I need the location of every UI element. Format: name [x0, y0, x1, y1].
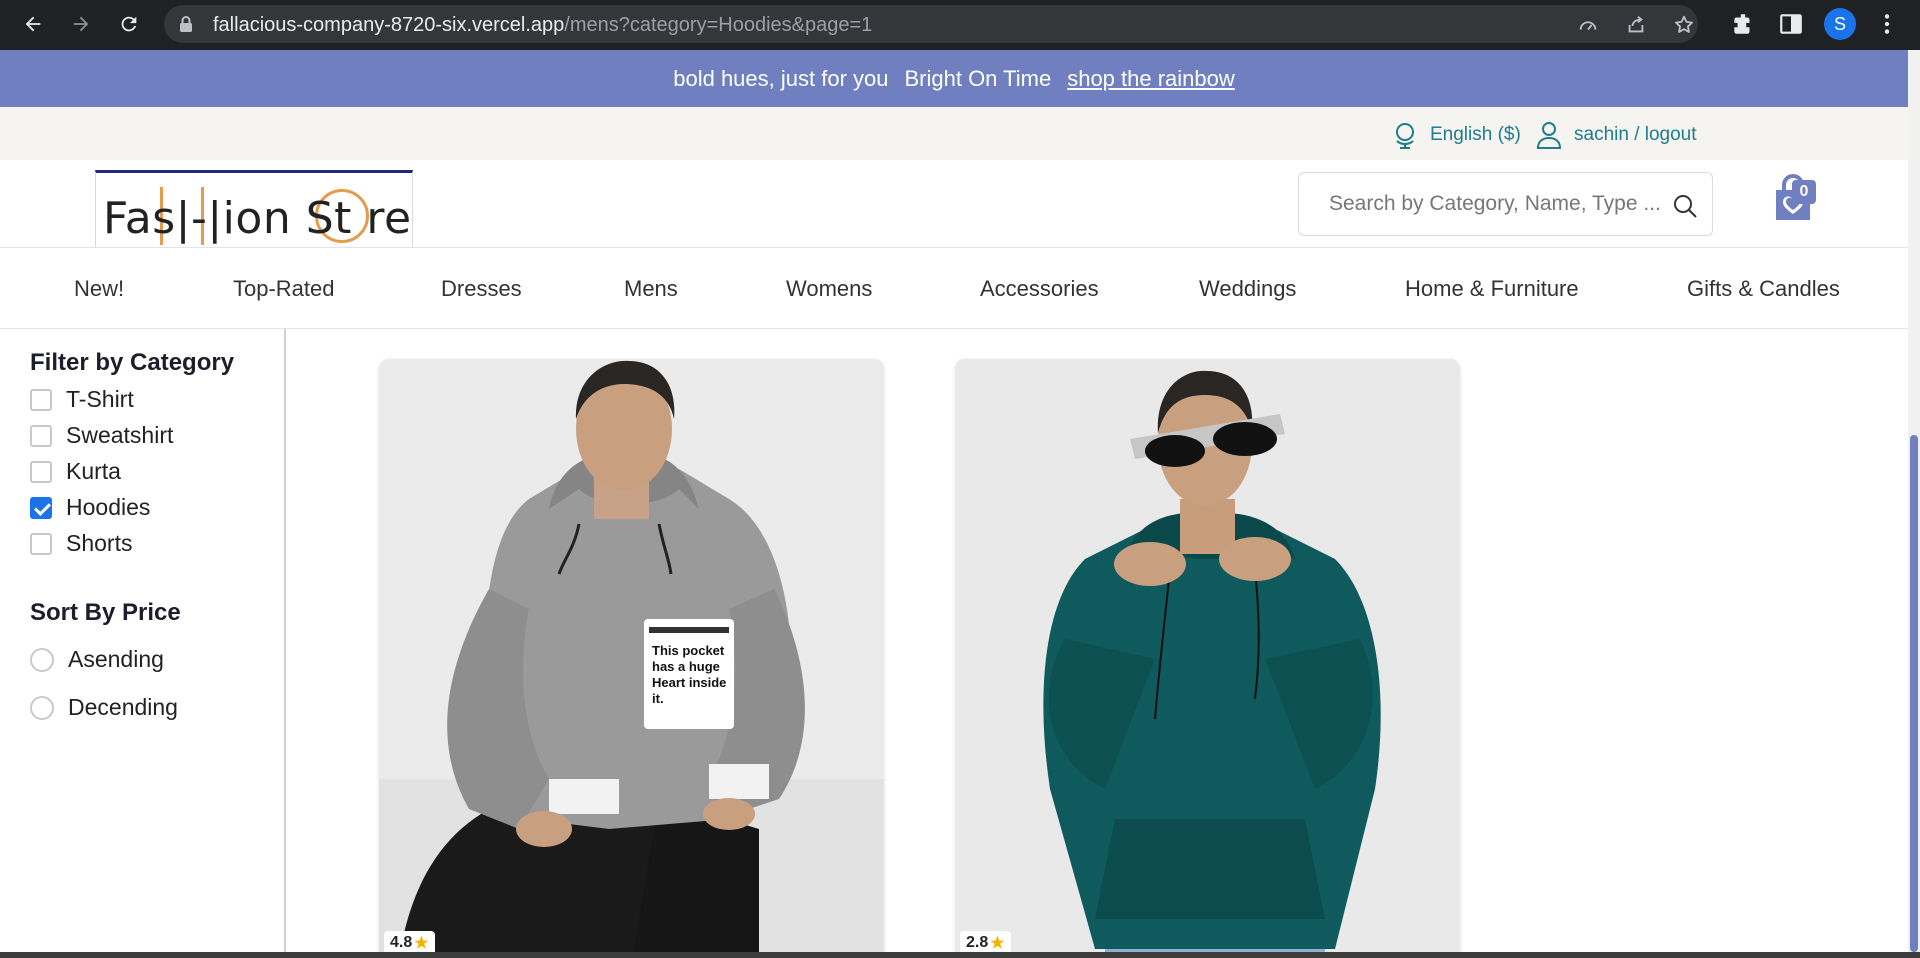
search-box[interactable]	[1298, 172, 1713, 236]
search-input[interactable]	[1329, 189, 1659, 219]
site-logo[interactable]: Fas|-|ion St re	[95, 170, 413, 257]
reload-icon[interactable]	[114, 9, 144, 39]
promo-tagline: Bright On Time	[904, 65, 1052, 91]
radio-button[interactable]	[30, 695, 54, 720]
profile-avatar[interactable]: S	[1824, 8, 1856, 40]
filter-category-heading: Filter by Category	[30, 349, 235, 376]
side-panel-icon[interactable]	[1778, 11, 1804, 37]
checkbox[interactable]	[30, 424, 52, 447]
nav-new[interactable]: New!	[74, 276, 124, 302]
browser-toolbar: fallacious-company-8720-six.vercel.app/m…	[0, 0, 1920, 50]
user-icon	[1536, 122, 1562, 149]
filter-sweatshirt[interactable]: Sweatshirt	[30, 422, 173, 449]
rating-badge: 4.8 ★	[384, 931, 435, 952]
filter-label: Kurta	[66, 458, 121, 484]
performance-icon[interactable]	[1577, 14, 1599, 36]
forward-icon[interactable]	[66, 9, 96, 39]
sort-label: Asending	[68, 646, 164, 672]
filter-tshirt[interactable]: T-Shirt	[30, 386, 134, 413]
language-label: English ($)	[1430, 124, 1521, 145]
rating-value: 2.8	[966, 934, 989, 951]
nav-womens[interactable]: Womens	[786, 276, 872, 302]
logo-text: Fas|-|ion St re	[103, 193, 412, 244]
address-bar[interactable]: fallacious-company-8720-six.vercel.app/m…	[164, 5, 1698, 43]
checkbox[interactable]	[30, 388, 52, 411]
page-scrollbar[interactable]	[1908, 50, 1920, 952]
lock-icon	[180, 16, 192, 32]
bookmark-star-icon[interactable]	[1673, 14, 1695, 36]
url-path: /mens?category=Hoodies&page=1	[564, 14, 873, 36]
nav-top-rated[interactable]: Top-Rated	[233, 276, 335, 302]
pocket-text-line: Heart inside	[652, 675, 726, 690]
rating-value: 4.8	[390, 934, 413, 951]
sort-descending[interactable]: Decending	[30, 694, 178, 721]
category-nav: New! Top-Rated Dresses Mens Womens Acces…	[0, 247, 1908, 329]
product-image-teal-hoodie	[955, 359, 1460, 952]
promo-banner: bold hues, just for you Bright On Time s…	[0, 50, 1908, 107]
filter-sidebar: Filter by Category T-Shirt Sweatshirt Ku…	[0, 329, 286, 952]
product-image-grey-hoodie: This pocket has a huge Heart inside it.	[379, 359, 884, 952]
extensions-icon[interactable]	[1730, 11, 1756, 37]
rating-badge: 2.8 ★	[960, 931, 1011, 952]
product-card[interactable]: This pocket has a huge Heart inside it. …	[379, 359, 884, 952]
account-label: sachin / logout	[1574, 124, 1697, 145]
nav-weddings[interactable]: Weddings	[1199, 276, 1296, 302]
scrollbar-thumb[interactable]	[1910, 435, 1918, 952]
checkbox[interactable]	[30, 460, 52, 483]
sort-ascending[interactable]: Asending	[30, 646, 164, 673]
share-icon[interactable]	[1625, 14, 1647, 36]
nav-dresses[interactable]: Dresses	[441, 276, 522, 302]
back-icon[interactable]	[18, 9, 48, 39]
star-icon: ★	[414, 935, 429, 952]
globe-icon	[1396, 123, 1414, 149]
nav-gifts-candles[interactable]: Gifts & Candles	[1687, 276, 1840, 302]
nav-accessories[interactable]: Accessories	[980, 276, 1099, 302]
account-link[interactable]: sachin / logout	[1536, 121, 1697, 149]
pocket-text-line: has a huge	[652, 659, 720, 674]
nav-home-furniture[interactable]: Home & Furniture	[1405, 276, 1579, 302]
radio-button[interactable]	[30, 647, 54, 672]
filter-label: T-Shirt	[66, 386, 134, 412]
shop-the-rainbow-link[interactable]: shop the rainbow	[1067, 66, 1235, 92]
product-card[interactable]: 2.8 ★	[955, 359, 1460, 952]
nav-mens[interactable]: Mens	[624, 276, 678, 302]
filter-label: Shorts	[66, 530, 133, 556]
pocket-text-line: it.	[652, 691, 664, 706]
filter-kurta[interactable]: Kurta	[30, 458, 121, 485]
filter-hoodies[interactable]: Hoodies	[30, 494, 150, 521]
filter-label: Sweatshirt	[66, 422, 174, 448]
filter-shorts[interactable]: Shorts	[30, 530, 132, 557]
url-host: fallacious-company-8720-six.vercel.app	[213, 14, 565, 36]
page-viewport: bold hues, just for you Bright On Time s…	[0, 50, 1908, 952]
sort-heading: Sort By Price	[30, 599, 181, 626]
url-text: fallacious-company-8720-six.vercel.app/m…	[213, 14, 872, 37]
utility-bar: English ($) sachin / logout	[0, 107, 1908, 160]
filter-label: Hoodies	[66, 494, 151, 520]
window-bottom-edge	[0, 952, 1920, 958]
search-icon[interactable]	[1672, 193, 1698, 219]
star-icon: ★	[990, 935, 1005, 952]
promo-text: bold hues, just for you	[673, 65, 889, 91]
more-menu-icon[interactable]	[1874, 11, 1900, 37]
checkbox[interactable]	[30, 532, 52, 555]
pocket-text-line: This pocket	[652, 643, 725, 658]
checkbox-checked[interactable]	[30, 496, 52, 519]
cart-count-badge: 0	[1792, 180, 1816, 204]
site-header: Fas|-|ion St re	[0, 160, 1908, 257]
language-selector[interactable]: English ($)	[1392, 121, 1521, 149]
sort-label: Decending	[68, 694, 178, 720]
product-grid: This pocket has a huge Heart inside it. …	[286, 329, 1908, 952]
